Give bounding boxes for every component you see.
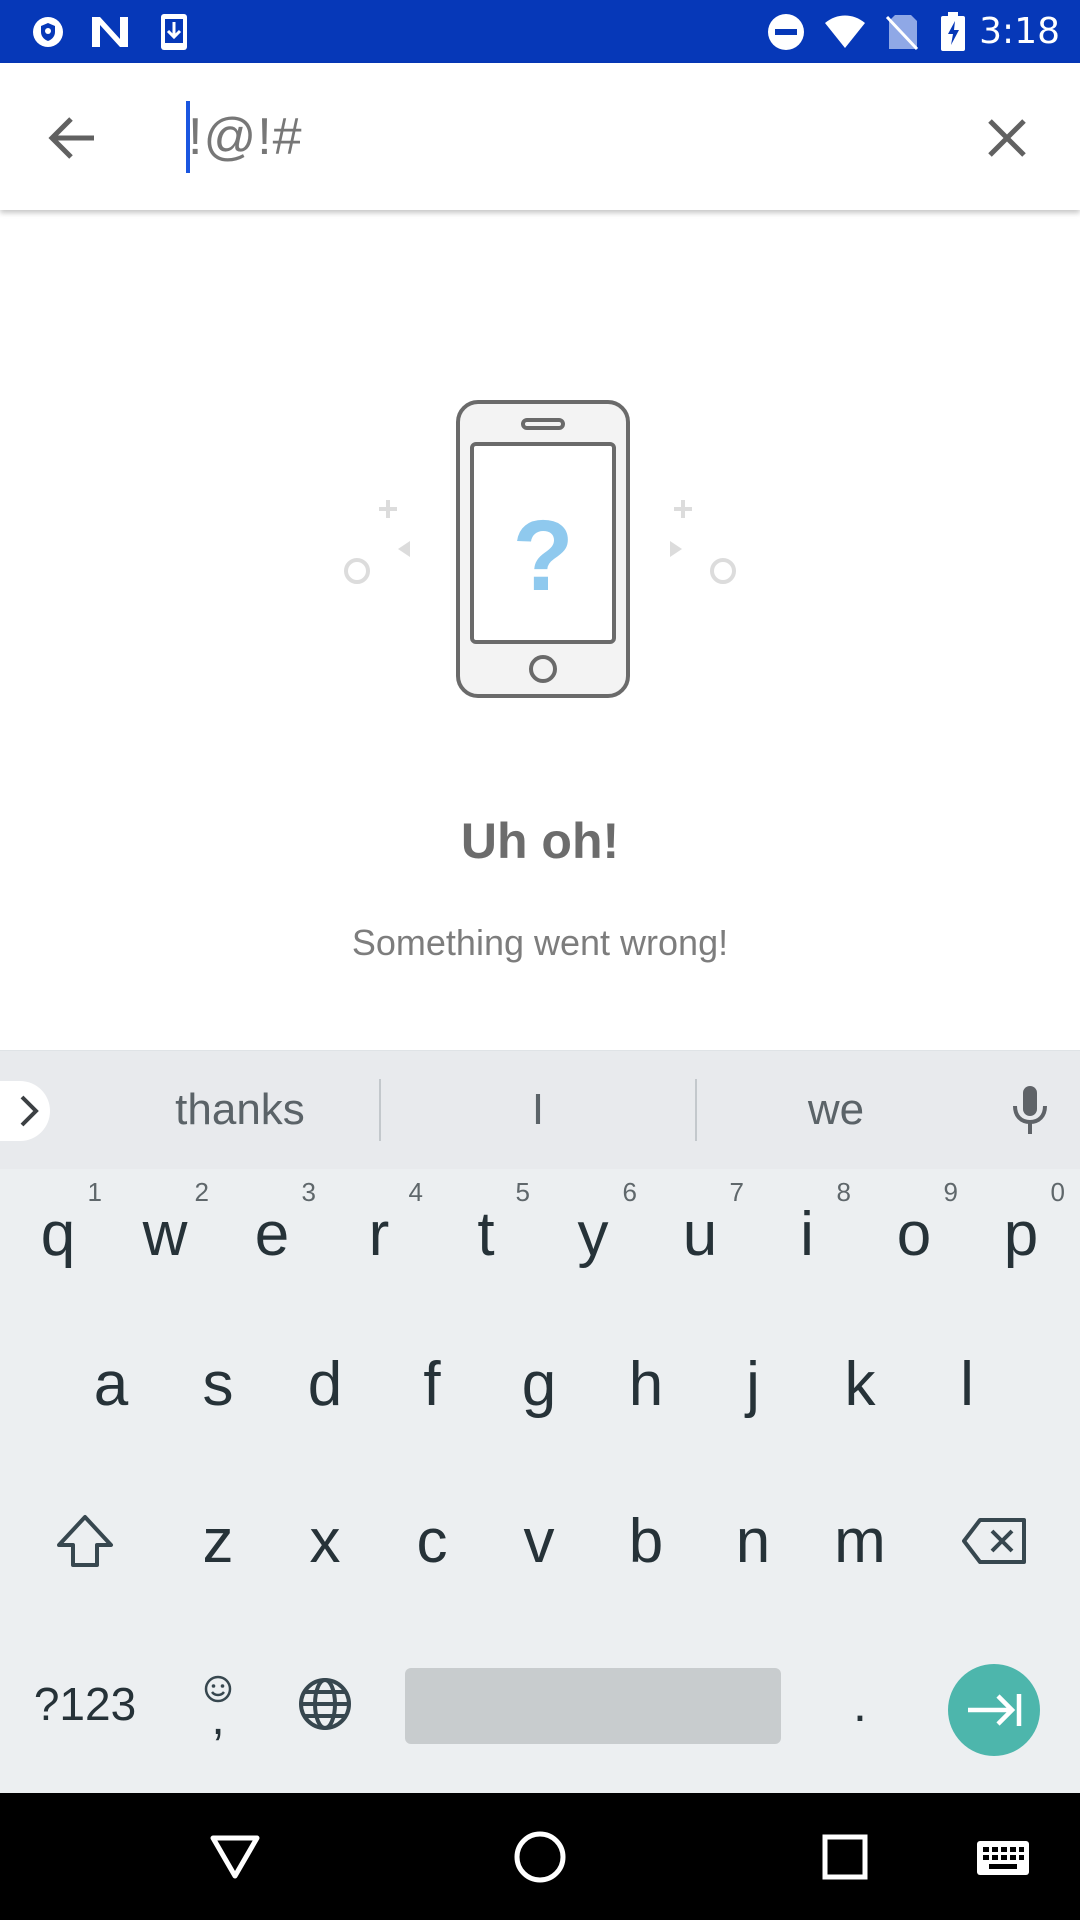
key-w[interactable]: w2: [115, 1169, 215, 1299]
key-y[interactable]: y6: [543, 1169, 643, 1299]
suggestion-2[interactable]: I: [388, 1051, 688, 1169]
nav-home-button[interactable]: [505, 1793, 575, 1920]
globe-icon: [299, 1678, 351, 1730]
search-input[interactable]: !@!#: [186, 101, 303, 173]
error-title: Uh oh!: [460, 813, 620, 869]
key-e[interactable]: e3: [222, 1169, 322, 1299]
key-u[interactable]: u7: [650, 1169, 750, 1299]
enter-key[interactable]: [948, 1664, 1040, 1756]
suggestion-3[interactable]: we: [686, 1051, 986, 1169]
key-h[interactable]: h: [596, 1319, 696, 1449]
back-button[interactable]: [38, 103, 108, 173]
key-o[interactable]: o9: [864, 1169, 964, 1299]
key-p[interactable]: p0: [971, 1169, 1071, 1299]
tab-arrow-icon: [968, 1694, 1022, 1726]
key-f[interactable]: f: [382, 1319, 482, 1449]
suggestion-1[interactable]: thanks: [90, 1051, 390, 1169]
svg-text:?: ?: [512, 500, 573, 612]
key-a[interactable]: a: [61, 1319, 161, 1449]
key-b[interactable]: b: [596, 1476, 696, 1606]
n-app-icon: [88, 0, 132, 63]
arrow-back-icon: [48, 117, 94, 159]
key-l[interactable]: l: [917, 1319, 1017, 1449]
key-r[interactable]: r4: [329, 1169, 429, 1299]
backspace-icon: [962, 1518, 1026, 1564]
keyboard-switch-button[interactable]: [968, 1793, 1038, 1920]
status-bar: 3:18: [0, 0, 1080, 63]
soft-keyboard: thanks I we q1 w2 e3 r4 t5 y6 u7 i8 o9 p…: [0, 1050, 1080, 1794]
close-icon: [988, 119, 1026, 157]
key-v[interactable]: v: [489, 1476, 589, 1606]
navigation-bar: [0, 1793, 1080, 1920]
microphone-icon: [1013, 1086, 1047, 1134]
key-j[interactable]: j: [703, 1319, 803, 1449]
clock: 3:18: [979, 11, 1060, 52]
key-g[interactable]: g: [489, 1319, 589, 1449]
nav-back-button[interactable]: [200, 1793, 270, 1920]
wifi-icon: [822, 0, 868, 63]
vpn-shield-icon: [28, 0, 68, 63]
key-d[interactable]: d: [275, 1319, 375, 1449]
space-key[interactable]: [405, 1668, 781, 1744]
key-x[interactable]: x: [275, 1476, 375, 1606]
period-key[interactable]: .: [810, 1649, 910, 1759]
symbols-key[interactable]: ?123: [20, 1649, 150, 1759]
backspace-key[interactable]: [945, 1476, 1045, 1606]
key-q[interactable]: q1: [8, 1169, 108, 1299]
keyboard-icon: [977, 1840, 1029, 1875]
phone-question-icon: ?: [344, 400, 736, 698]
clear-button[interactable]: [972, 103, 1042, 173]
suggestion-divider: [379, 1079, 381, 1141]
nav-recents-icon: [822, 1834, 868, 1879]
chevron-right-icon: [20, 1095, 39, 1127]
nav-recents-button[interactable]: [810, 1793, 880, 1920]
search-bar: !@!#: [0, 63, 1080, 210]
key-c[interactable]: c: [382, 1476, 482, 1606]
suggestion-expand-button[interactable]: [0, 1081, 50, 1141]
key-i[interactable]: i8: [757, 1169, 857, 1299]
emoji-comma-key[interactable]: ,: [188, 1649, 248, 1759]
download-icon: [156, 0, 192, 63]
no-sim-icon: [882, 0, 922, 63]
shift-key[interactable]: [35, 1476, 135, 1606]
suggestion-strip: thanks I we: [0, 1051, 1080, 1169]
key-t[interactable]: t5: [436, 1169, 536, 1299]
voice-input-button[interactable]: [1000, 1075, 1060, 1145]
error-message: Something went wrong!: [351, 922, 729, 963]
language-key[interactable]: [275, 1649, 375, 1759]
key-s[interactable]: s: [168, 1319, 268, 1449]
key-m[interactable]: m: [810, 1476, 910, 1606]
shift-icon: [57, 1515, 113, 1567]
nav-back-icon: [210, 1835, 260, 1878]
key-z[interactable]: z: [168, 1476, 268, 1606]
battery-charging-icon: [938, 0, 968, 63]
key-k[interactable]: k: [810, 1319, 910, 1449]
search-query: !@!#: [188, 108, 303, 166]
do-not-disturb-icon: [766, 0, 806, 63]
key-n[interactable]: n: [703, 1476, 803, 1606]
nav-home-icon: [514, 1831, 566, 1882]
